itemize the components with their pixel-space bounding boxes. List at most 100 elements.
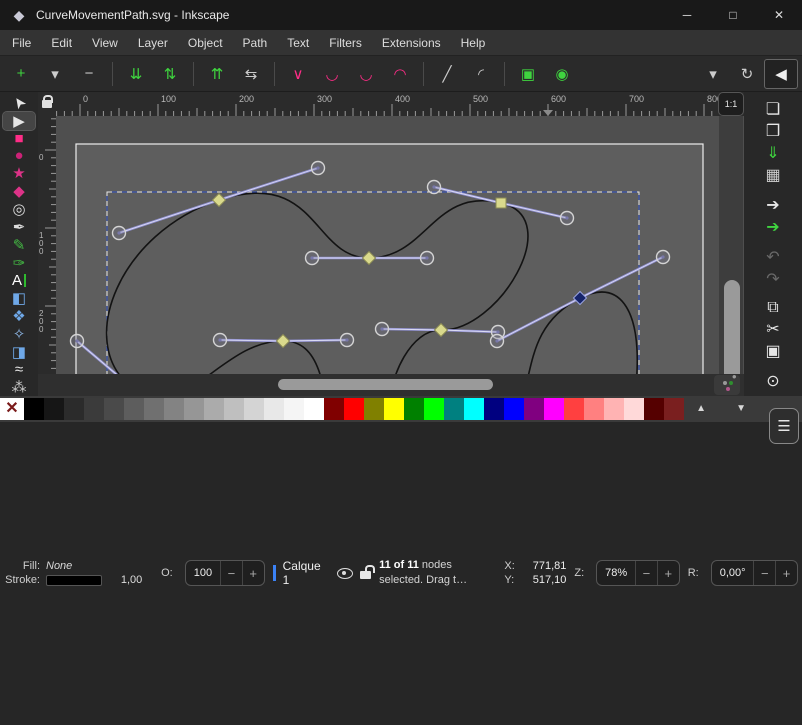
join-nodes-with-segment-button[interactable]: ⇅ xyxy=(153,59,187,89)
rotation-value[interactable]: 0,00° xyxy=(712,567,754,579)
menu-item-extensions[interactable]: Extensions xyxy=(372,30,451,56)
palette-swatch[interactable] xyxy=(244,398,264,420)
zoom-out-button[interactable]: − xyxy=(635,560,657,586)
insert-node-menu-button[interactable]: ▾ xyxy=(38,59,72,89)
drawing-canvas[interactable] xyxy=(56,116,744,374)
palette-swatch[interactable] xyxy=(24,398,44,420)
statusbar-menu-button[interactable]: ☰ xyxy=(769,408,799,444)
path-node[interactable] xyxy=(496,198,506,208)
node-tool[interactable]: ▶ xyxy=(3,112,35,130)
rotation-field[interactable]: 0,00° − + xyxy=(711,560,798,586)
node-make-smooth-button[interactable]: ◡ xyxy=(315,59,349,89)
text-tool[interactable]: A xyxy=(3,272,35,289)
palette-scroll-down[interactable]: ▼ xyxy=(736,403,746,414)
collapse-panel-button[interactable]: ◀ xyxy=(764,59,798,89)
zoom-value[interactable]: 78% xyxy=(597,567,635,579)
palette-swatch[interactable] xyxy=(424,398,444,420)
menu-item-file[interactable]: File xyxy=(2,30,41,56)
palette-swatch[interactable] xyxy=(364,398,384,420)
join-nodes-button[interactable]: ⇊ xyxy=(119,59,153,89)
minimize-button[interactable]: ─ xyxy=(664,0,710,30)
palette-swatch[interactable] xyxy=(604,398,624,420)
opacity-value[interactable]: 100 xyxy=(186,567,220,579)
stroke-to-path-button[interactable]: ◉ xyxy=(545,59,579,89)
redo-button[interactable]: ↷ xyxy=(756,269,790,289)
segment-to-curve-button[interactable]: ◜ xyxy=(464,59,498,89)
copy-button[interactable]: ⧉ xyxy=(756,299,790,317)
palette-swatch[interactable] xyxy=(124,398,144,420)
menu-item-path[interactable]: Path xyxy=(233,30,278,56)
layer-unlock-icon[interactable] xyxy=(360,571,371,579)
palette-swatch[interactable] xyxy=(304,398,324,420)
close-button[interactable]: ✕ xyxy=(756,0,802,30)
ellipse-tool[interactable]: ● xyxy=(3,147,35,164)
undo-button[interactable]: ↶ xyxy=(756,247,790,267)
palette-swatch[interactable] xyxy=(184,398,204,420)
mesh-gradient-tool[interactable]: ❖ xyxy=(3,307,35,325)
palette-swatch[interactable] xyxy=(224,398,244,420)
spiral-tool[interactable]: ◎ xyxy=(3,200,35,218)
menu-item-layer[interactable]: Layer xyxy=(128,30,178,56)
zoom-field[interactable]: 78% − + xyxy=(596,560,680,586)
zoom-in-button[interactable]: + xyxy=(657,560,679,586)
opacity-field[interactable]: 100 − + xyxy=(185,560,265,586)
menu-item-filters[interactable]: Filters xyxy=(319,30,372,56)
opacity-decrease-button[interactable]: − xyxy=(220,560,242,586)
layer-name[interactable]: Calque 1 xyxy=(283,559,331,587)
palette-swatch[interactable] xyxy=(544,398,564,420)
paint-bucket-tool[interactable]: ◨ xyxy=(3,343,35,361)
palette-swatch[interactable] xyxy=(564,398,584,420)
palette-swatch[interactable] xyxy=(164,398,184,420)
open-document-button[interactable]: ❒ xyxy=(756,121,790,141)
palette-swatch[interactable] xyxy=(584,398,604,420)
cut-button[interactable]: ✂ xyxy=(756,319,790,339)
palette-swatch[interactable] xyxy=(624,398,644,420)
new-document-button[interactable]: ❏ xyxy=(756,99,790,119)
export-image-button[interactable]: ➔ xyxy=(756,217,790,237)
menu-item-help[interactable]: Help xyxy=(451,30,496,56)
calligraphy-tool[interactable]: ✑ xyxy=(3,254,35,272)
canvas-viewport[interactable] xyxy=(56,116,744,374)
palette-swatch[interactable] xyxy=(104,398,124,420)
palette-swatch[interactable] xyxy=(324,398,344,420)
palette-swatch[interactable] xyxy=(504,398,524,420)
palette-swatch[interactable] xyxy=(204,398,224,420)
palette-scroll-up[interactable]: ▲ xyxy=(696,403,706,414)
palette-swatch[interactable] xyxy=(484,398,504,420)
tweak-tool[interactable]: ≈ xyxy=(3,361,35,378)
selector-tool[interactable]: ➤ xyxy=(3,94,35,112)
horizontal-scrollbar[interactable] xyxy=(38,374,744,396)
node-make-symmetric-button[interactable]: ◡ xyxy=(349,59,383,89)
delete-node-button[interactable]: − xyxy=(72,59,106,89)
break-nodes-button[interactable]: ⇈ xyxy=(200,59,234,89)
paste-button[interactable]: ▣ xyxy=(756,341,790,361)
palette-swatch[interactable] xyxy=(464,398,484,420)
palette-swatch[interactable] xyxy=(524,398,544,420)
palette-swatch[interactable] xyxy=(344,398,364,420)
insert-node-button[interactable]: + xyxy=(4,59,38,89)
vertical-ruler[interactable]: 0100200 xyxy=(38,116,56,374)
delete-segment-button[interactable]: ⇆ xyxy=(234,59,268,89)
zoom-to-selection-button[interactable]: ⊙ xyxy=(756,371,790,391)
rotation-increase-button[interactable]: + xyxy=(775,560,797,586)
spray-tool[interactable]: ⁂ xyxy=(3,378,35,396)
zoom-1-1-button[interactable]: 1:1 xyxy=(718,92,744,116)
x-coord-menu-button[interactable]: ▾ xyxy=(696,59,730,89)
stroke-color-swatch[interactable] xyxy=(46,575,102,586)
rectangle-tool[interactable]: ■ xyxy=(3,130,35,147)
import-image-button[interactable]: ➔ xyxy=(756,195,790,215)
rotation-decrease-button[interactable]: − xyxy=(753,560,775,586)
node-make-corner-button[interactable]: ∨ xyxy=(281,59,315,89)
palette-swatch[interactable] xyxy=(144,398,164,420)
box3d-tool[interactable]: ◆ xyxy=(3,182,35,200)
maximize-button[interactable]: □ xyxy=(710,0,756,30)
segment-to-line-button[interactable]: ╱ xyxy=(430,59,464,89)
palette-swatch[interactable] xyxy=(404,398,424,420)
palette-swatch[interactable] xyxy=(444,398,464,420)
palette-swatch[interactable] xyxy=(284,398,304,420)
palette-swatch[interactable] xyxy=(64,398,84,420)
menu-item-edit[interactable]: Edit xyxy=(41,30,82,56)
pen-tool[interactable]: ✒ xyxy=(3,218,35,236)
pencil-tool[interactable]: ✎ xyxy=(3,236,35,254)
palette-swatch[interactable] xyxy=(664,398,684,420)
